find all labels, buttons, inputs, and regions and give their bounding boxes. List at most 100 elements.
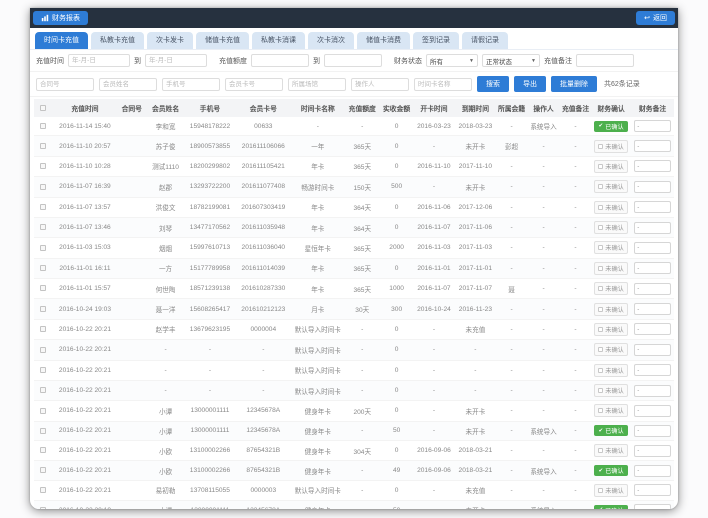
confirmed-badge[interactable]: ✔已确认	[594, 505, 627, 509]
unconfirmed-checkbox[interactable]: 未确认	[594, 282, 628, 295]
unconfirmed-checkbox[interactable]: 未确认	[594, 303, 628, 316]
row-checkbox[interactable]	[40, 408, 46, 414]
unconfirmed-checkbox[interactable]: 未确认	[594, 140, 628, 153]
row-checkbox[interactable]	[40, 184, 46, 190]
tab-5[interactable]: 私教卡消课	[252, 32, 305, 49]
finance-status-select[interactable]: 所有 ▼	[426, 54, 478, 67]
filter-input-4[interactable]	[225, 78, 283, 91]
finance-remark-input[interactable]	[634, 504, 671, 509]
tab-7[interactable]: 储值卡消费	[357, 32, 410, 49]
tab-1[interactable]: 时间卡充值	[35, 32, 88, 49]
cell-card-name: 月卡	[291, 299, 344, 319]
finance-remark-input[interactable]	[634, 120, 671, 132]
row-checkbox[interactable]	[40, 487, 46, 493]
unconfirmed-checkbox[interactable]: 未确认	[594, 160, 628, 173]
amount-min-input[interactable]	[251, 54, 309, 67]
unconfirmed-checkbox[interactable]: 未确认	[594, 221, 628, 234]
recharge-table: 充值时间合同号会员姓名手机号会员卡号时间卡名称充值额度实收金额开卡时间到期时间所…	[34, 99, 674, 509]
row-checkbox[interactable]	[40, 204, 46, 210]
filter-input-1[interactable]	[36, 78, 94, 91]
row-checkbox[interactable]	[40, 245, 46, 251]
row-checkbox[interactable]	[40, 143, 46, 149]
row-checkbox[interactable]	[40, 163, 46, 169]
finance-remark-input[interactable]	[634, 201, 671, 213]
unconfirmed-checkbox[interactable]: 未确认	[594, 404, 628, 417]
finance-remark-input[interactable]	[634, 425, 671, 437]
finance-remark-input[interactable]	[634, 242, 671, 254]
tab-4[interactable]: 储值卡充值	[196, 32, 249, 49]
finance-remark-input[interactable]	[634, 405, 671, 417]
finance-remark-input[interactable]	[634, 262, 671, 274]
confirmed-badge[interactable]: ✔已确认	[594, 121, 627, 132]
finance-remark-input[interactable]	[634, 181, 671, 193]
tab-3[interactable]: 次卡发卡	[147, 32, 193, 49]
filter-input-7[interactable]	[414, 78, 472, 91]
tab-9[interactable]: 请假记录	[462, 32, 508, 49]
unconfirmed-checkbox[interactable]: 未确认	[594, 444, 628, 457]
filter-input-6[interactable]	[351, 78, 409, 91]
finance-remark-input[interactable]	[634, 484, 671, 496]
confirmed-badge[interactable]: ✔已确认	[594, 465, 627, 476]
filter-input-3[interactable]	[162, 78, 220, 91]
cell-membership-consultant: -	[496, 340, 527, 360]
unconfirmed-checkbox[interactable]: 未确认	[594, 180, 628, 193]
row-checkbox[interactable]	[40, 507, 46, 509]
normal-status-select[interactable]: 正常状态 ▼	[482, 54, 540, 67]
back-button[interactable]: ↩ 返回	[636, 11, 675, 25]
confirmed-label: 已确认	[605, 466, 624, 475]
search-button[interactable]: 搜索	[477, 76, 509, 92]
finance-remark-input[interactable]	[634, 222, 671, 234]
to-label-2: 到	[313, 56, 320, 66]
batch-delete-button[interactable]: 批量删除	[551, 76, 597, 92]
row-checkbox[interactable]	[40, 467, 46, 473]
unconfirmed-checkbox[interactable]: 未确认	[594, 484, 628, 497]
unconfirmed-checkbox[interactable]: 未确认	[594, 262, 628, 275]
select-all-checkbox[interactable]	[40, 105, 46, 111]
row-checkbox[interactable]	[40, 428, 46, 434]
finance-remark-input[interactable]	[634, 445, 671, 457]
finance-remark-input[interactable]	[634, 344, 671, 356]
row-checkbox[interactable]	[40, 265, 46, 271]
finance-remark-input[interactable]	[634, 140, 671, 152]
row-checkbox[interactable]	[40, 306, 46, 312]
row-checkbox[interactable]	[40, 387, 46, 393]
cell-recharge-time: 2016-11-01 15:57	[53, 279, 117, 299]
tab-6[interactable]: 次卡消次	[308, 32, 354, 49]
unconfirmed-checkbox[interactable]: 未确认	[594, 364, 628, 377]
export-button[interactable]: 导出	[514, 76, 546, 92]
row-checkbox[interactable]	[40, 285, 46, 291]
recharge-time-end-input[interactable]	[145, 54, 207, 67]
finance-remark-input[interactable]	[634, 323, 671, 335]
row-checkbox[interactable]	[40, 347, 46, 353]
row-checkbox[interactable]	[40, 326, 46, 332]
finance-remark-input[interactable]	[634, 364, 671, 376]
row-checkbox[interactable]	[40, 224, 46, 230]
unconfirmed-checkbox[interactable]: 未确认	[594, 343, 628, 356]
tab-8[interactable]: 签到记录	[413, 32, 459, 49]
row-checkbox[interactable]	[40, 447, 46, 453]
cell-card-no: 201610287330	[235, 279, 291, 299]
filter-input-5[interactable]	[288, 78, 346, 91]
finance-remark-input[interactable]	[634, 303, 671, 315]
unconfirmed-checkbox[interactable]: 未确认	[594, 323, 628, 336]
module-title-button[interactable]: 财务报表	[33, 11, 88, 25]
confirmed-badge[interactable]: ✔已确认	[594, 425, 627, 436]
unconfirmed-checkbox[interactable]: 未确认	[594, 241, 628, 254]
recharge-time-start-input[interactable]	[68, 54, 130, 67]
filter-input-2[interactable]	[99, 78, 157, 91]
finance-remark-input[interactable]	[634, 283, 671, 295]
amount-max-input[interactable]	[324, 54, 382, 67]
finance-remark-input[interactable]	[634, 160, 671, 172]
unconfirmed-label: 未确认	[605, 182, 624, 191]
unconfirmed-checkbox[interactable]: 未确认	[594, 384, 628, 397]
recharge-remark-input[interactable]	[576, 54, 634, 67]
table-body: 2016-11-14 15:40 李和宽 15948178222 00633 -…	[34, 117, 674, 509]
tab-2[interactable]: 私教卡充值	[91, 32, 144, 49]
cell-expire-date: 未充值	[455, 319, 496, 339]
finance-remark-input[interactable]	[634, 465, 671, 477]
unconfirmed-checkbox[interactable]: 未确认	[594, 201, 628, 214]
finance-remark-input[interactable]	[634, 385, 671, 397]
column-header-10: 到期时间	[455, 99, 496, 117]
row-checkbox[interactable]	[40, 123, 46, 129]
row-checkbox[interactable]	[40, 367, 46, 373]
